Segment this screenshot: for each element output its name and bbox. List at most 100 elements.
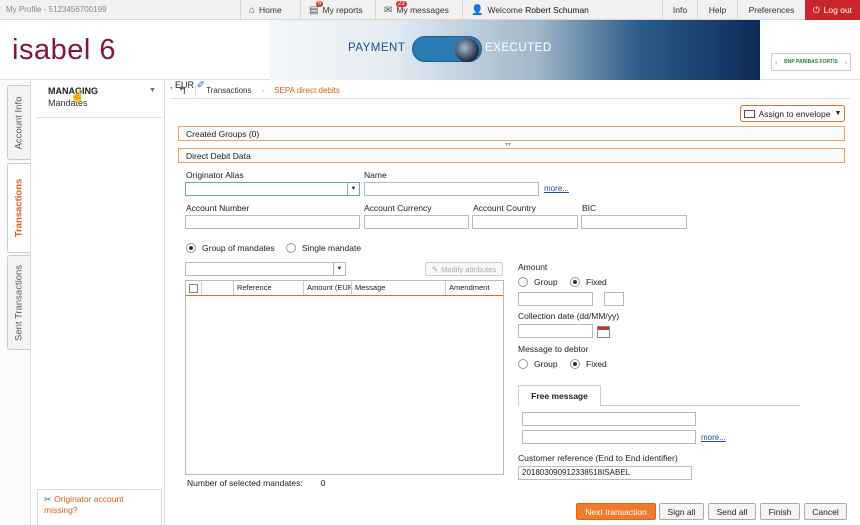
toggle-knob xyxy=(455,38,479,62)
logout-button[interactable]: ⏻ Log out xyxy=(805,0,860,20)
account-currency-label: Account Currency xyxy=(364,203,432,213)
assign-to-envelope-button[interactable]: Assign to envelope ▼ xyxy=(740,105,845,122)
calendar-icon[interactable] xyxy=(597,326,610,338)
message-group-label: Group xyxy=(534,359,558,369)
preferences-label: Preferences xyxy=(748,5,795,15)
collapse-arrow-icon[interactable]: ▾▾ xyxy=(505,141,511,148)
caret-down-icon: ▼ xyxy=(834,110,842,117)
home-icon: ⌂ xyxy=(249,4,256,16)
messages-link[interactable]: ✉ 23 My messages xyxy=(375,0,462,20)
tab-transactions-label: Transactions xyxy=(13,178,25,238)
tab-divider xyxy=(601,405,800,406)
modify-attributes-button[interactable]: ✎ Modify attributes xyxy=(425,262,503,276)
selected-count: Number of selected mandates: 0 xyxy=(187,478,326,488)
account-number-input[interactable] xyxy=(185,215,360,229)
amount-group-label: Group xyxy=(534,277,558,287)
envelope-icon xyxy=(743,109,755,118)
radio-selected xyxy=(570,359,580,369)
single-mandate-radio[interactable]: Single mandate xyxy=(286,243,361,253)
help-link[interactable]: Help xyxy=(697,0,737,20)
cursor-icon: ☝ xyxy=(70,89,85,103)
radio-unselected xyxy=(518,277,528,287)
amount-decimal-input[interactable] xyxy=(604,292,624,306)
message-to-debtor-label: Message to debtor xyxy=(518,344,589,354)
more-link[interactable]: more... xyxy=(701,433,726,442)
customer-reference-input[interactable]: 20180309091233851​8ISABEL xyxy=(518,466,692,480)
amount-group-radio[interactable]: Group xyxy=(518,277,558,287)
col-reference[interactable]: Reference xyxy=(234,281,304,295)
mandates-table[interactable]: Reference Amount (EUR) Message Amendment xyxy=(185,280,504,475)
more-link[interactable]: more... xyxy=(544,184,569,193)
welcome-area: 👤 Welcome Robert Schuman xyxy=(462,0,662,20)
col-amount[interactable]: Amount (EUR) xyxy=(304,281,352,295)
name-label: Name xyxy=(364,170,387,180)
preferences-link[interactable]: Preferences xyxy=(737,0,805,20)
amount-label: Amount xyxy=(518,262,548,272)
chevron-down-icon[interactable]: ▼ xyxy=(347,183,359,195)
message-fixed-radio[interactable]: Fixed xyxy=(570,359,607,369)
welcome-label: Welcome xyxy=(487,5,523,15)
mode-toggle[interactable] xyxy=(412,36,482,62)
originator-missing-label: Originator account missing? xyxy=(44,494,124,515)
free-message-line2[interactable] xyxy=(522,430,696,444)
info-link[interactable]: Info xyxy=(662,0,697,20)
breadcrumb-sepa: SEPA direct debits xyxy=(274,86,340,95)
account-country-input[interactable] xyxy=(472,215,578,229)
bic-label: BIC xyxy=(582,203,597,213)
bic-input[interactable] xyxy=(581,215,687,229)
chevron-down-icon[interactable]: ▼ xyxy=(149,87,156,94)
cancel-button[interactable]: Cancel xyxy=(804,503,847,520)
envelope-icon: ✉ xyxy=(384,4,393,16)
radio-unselected xyxy=(518,359,528,369)
breadcrumb-transactions[interactable]: Transactions xyxy=(196,86,262,95)
mandate-group-select[interactable] xyxy=(185,262,346,276)
radio-unselected xyxy=(286,243,296,253)
originator-missing-link[interactable]: ✂ Originator account missing? xyxy=(37,489,162,525)
originator-alias-label: Originator Alias xyxy=(186,170,244,180)
profile-label[interactable]: My Profile - 5123456700199 xyxy=(6,5,107,14)
message-group-radio[interactable]: Group xyxy=(518,359,558,369)
name-input[interactable] xyxy=(364,182,539,196)
tab-free-message[interactable]: Free message xyxy=(518,385,601,406)
bank-selector[interactable]: ‹ BNP PARIBAS FORTIS › xyxy=(771,53,851,71)
account-currency-input[interactable] xyxy=(364,215,469,229)
info-label: Info xyxy=(672,5,688,15)
executed-label[interactable]: EXECUTED xyxy=(485,42,552,54)
col-message[interactable]: Message xyxy=(352,281,446,295)
help-label: Help xyxy=(708,5,727,15)
tab-transactions[interactable]: Transactions xyxy=(7,163,30,253)
collection-date-input[interactable] xyxy=(518,324,593,338)
breadcrumb: ↰ Transactions › SEPA direct debits xyxy=(170,83,850,99)
chevron-right-icon[interactable]: › xyxy=(844,58,847,67)
chevron-left-icon[interactable]: ‹ xyxy=(775,58,778,67)
originator-alias-select[interactable] xyxy=(185,182,360,196)
radio-selected xyxy=(570,277,580,287)
home-link[interactable]: ⌂ Home xyxy=(240,0,300,20)
created-groups-section[interactable]: Created Groups (0) xyxy=(178,126,845,141)
amount-fixed-radio[interactable]: Fixed xyxy=(570,277,607,287)
next-transaction-button[interactable]: Next transaction xyxy=(576,503,656,520)
group-of-mandates-radio[interactable]: Group of mandates xyxy=(186,243,275,253)
account-number-label: Account Number xyxy=(186,203,250,213)
chevron-down-icon[interactable]: ▼ xyxy=(333,263,345,275)
send-all-button[interactable]: Send all xyxy=(708,503,756,520)
free-message-line1[interactable] xyxy=(522,412,696,426)
tab-account-info[interactable]: Account Info xyxy=(7,85,30,160)
payment-label[interactable]: PAYMENT xyxy=(348,42,405,54)
sign-all-button[interactable]: Sign all xyxy=(659,503,704,520)
selected-count-value: 0 xyxy=(320,478,326,488)
back-arrow-icon[interactable]: ↰ xyxy=(170,84,196,97)
direct-debit-section[interactable]: Direct Debit Data xyxy=(178,148,845,163)
message-fixed-label: Fixed xyxy=(586,359,607,369)
radio-selected xyxy=(186,243,196,253)
checkbox[interactable] xyxy=(189,283,198,293)
direct-debit-label: Direct Debit Data xyxy=(186,151,251,161)
assign-label: Assign to envelope xyxy=(758,108,831,119)
finish-button[interactable]: Finish xyxy=(760,503,800,520)
home-label: Home xyxy=(259,5,282,15)
tab-sent-transactions[interactable]: Sent Transactions xyxy=(7,255,30,350)
reports-link[interactable]: ▤ 6 My reports xyxy=(300,0,375,20)
col-amendment[interactable]: Amendment xyxy=(446,281,503,295)
amount-integer-input[interactable] xyxy=(518,292,593,306)
select-all-checkbox[interactable] xyxy=(186,281,202,295)
